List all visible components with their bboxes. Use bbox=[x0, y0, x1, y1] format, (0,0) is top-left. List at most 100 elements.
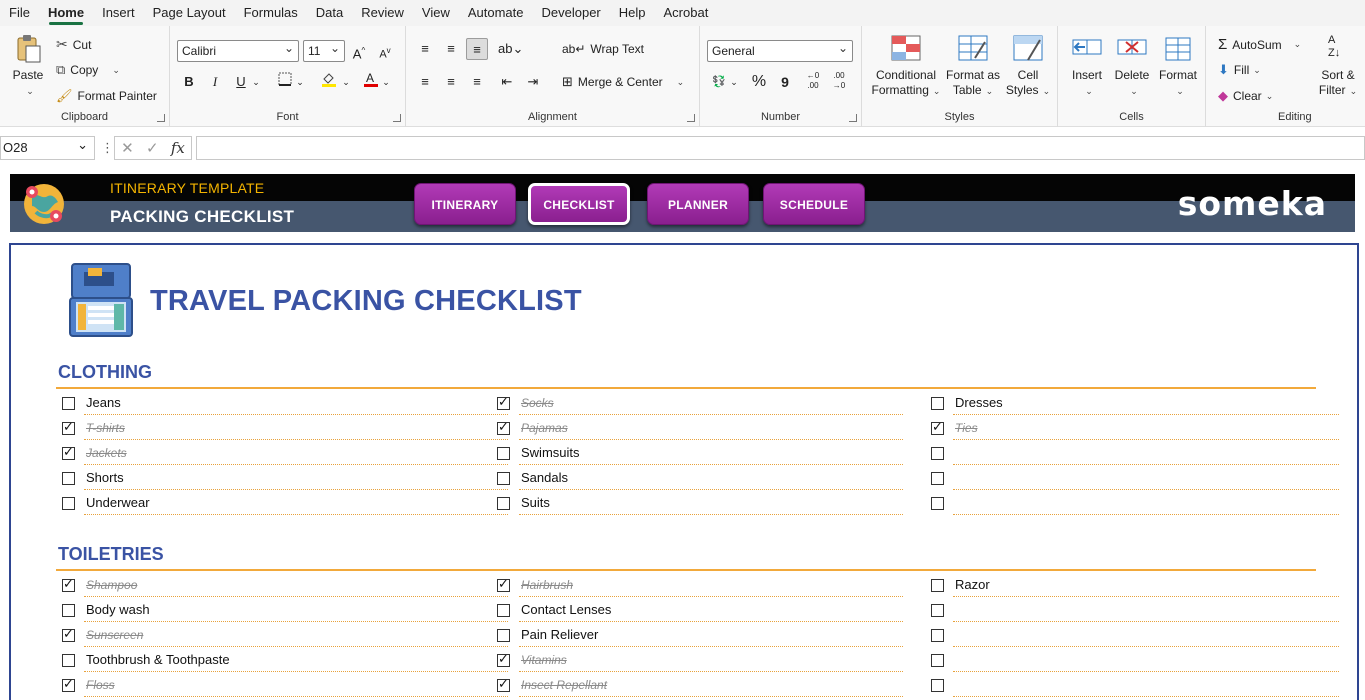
checklist-item-label[interactable]: Contact Lenses bbox=[521, 602, 611, 617]
shrink-font-button[interactable]: Av bbox=[374, 40, 396, 62]
font-size-select[interactable]: 11 bbox=[303, 38, 345, 62]
checklist-item-label[interactable]: Insect Repellant bbox=[521, 678, 607, 692]
checkbox-checked[interactable] bbox=[931, 419, 944, 435]
more-options-icon[interactable]: ⋮ bbox=[101, 140, 114, 156]
nav-itinerary-button[interactable]: ITINERARY bbox=[414, 183, 516, 225]
checkbox[interactable] bbox=[62, 654, 75, 667]
checkbox-checked[interactable] bbox=[497, 676, 510, 692]
align-center-icon[interactable]: ≡ bbox=[440, 71, 462, 93]
align-bottom-icon[interactable]: ≡ bbox=[466, 38, 488, 60]
checkbox[interactable] bbox=[497, 472, 510, 485]
checkbox[interactable] bbox=[931, 447, 944, 460]
checkbox-checked[interactable] bbox=[62, 626, 75, 642]
insert-function-icon[interactable]: fx bbox=[171, 139, 185, 157]
checkbox-checked[interactable] bbox=[497, 576, 510, 592]
align-middle-icon[interactable]: ≡ bbox=[440, 38, 462, 60]
formula-input[interactable] bbox=[196, 136, 1365, 160]
checklist-item-label[interactable]: T-shirts bbox=[86, 421, 125, 435]
checklist-item-label[interactable]: Floss bbox=[86, 678, 115, 692]
checkbox-checked[interactable] bbox=[62, 444, 75, 460]
format-cells-button[interactable]: Format ⌄ bbox=[1154, 34, 1202, 99]
increase-decimal-icon[interactable]: ←0.00 bbox=[802, 71, 824, 93]
tab-review[interactable]: Review bbox=[352, 0, 413, 26]
checkbox[interactable] bbox=[931, 397, 944, 410]
fill-button[interactable]: ⬇ Fill ⌄ bbox=[1218, 62, 1261, 78]
checkbox[interactable] bbox=[931, 654, 944, 667]
tab-formulas[interactable]: Formulas bbox=[235, 0, 307, 26]
checklist-item-label[interactable]: Underwear bbox=[86, 495, 150, 510]
nav-planner-button[interactable]: PLANNER bbox=[647, 183, 749, 225]
grow-font-button[interactable]: A^ bbox=[348, 40, 370, 62]
increase-indent-icon[interactable]: ⇥ bbox=[522, 71, 544, 93]
checkbox[interactable] bbox=[62, 604, 75, 617]
dialog-launcher-icon[interactable] bbox=[687, 114, 695, 122]
font-color-icon[interactable]: A bbox=[360, 71, 382, 93]
chevron-down-icon[interactable]: ⌄ bbox=[340, 71, 352, 93]
align-left-icon[interactable]: ≡ bbox=[414, 71, 436, 93]
checklist-item-label[interactable]: Sandals bbox=[521, 470, 568, 485]
checklist-item-label[interactable]: Vitamins bbox=[521, 653, 567, 667]
copy-button[interactable]: ⧉ Copy ⌄ bbox=[56, 62, 120, 78]
checkbox[interactable] bbox=[931, 497, 944, 510]
dialog-launcher-icon[interactable] bbox=[849, 114, 857, 122]
checkbox-checked[interactable] bbox=[497, 394, 510, 410]
cell-styles-button[interactable]: Cell Styles ⌄ bbox=[1002, 34, 1054, 99]
checkbox-checked[interactable] bbox=[497, 651, 510, 667]
checklist-item-label[interactable]: Dresses bbox=[955, 395, 1003, 410]
checkbox[interactable] bbox=[931, 604, 944, 617]
decrease-indent-icon[interactable]: ⇤ bbox=[496, 71, 518, 93]
nav-schedule-button[interactable]: SCHEDULE bbox=[763, 183, 865, 225]
format-painter-button[interactable]: 🖌 Format Painter bbox=[56, 88, 157, 104]
delete-cells-button[interactable]: Delete ⌄ bbox=[1110, 34, 1154, 99]
name-box[interactable]: O28 bbox=[0, 134, 95, 160]
checkbox[interactable] bbox=[497, 629, 510, 642]
checklist-item-label[interactable]: Socks bbox=[521, 396, 554, 410]
checklist-item-label[interactable]: Body wash bbox=[86, 602, 150, 617]
percent-button[interactable]: % bbox=[748, 71, 770, 93]
format-as-table-button[interactable]: Format as Table ⌄ bbox=[944, 34, 1002, 99]
accounting-format-icon[interactable]: 💱 bbox=[708, 71, 730, 93]
checkbox[interactable] bbox=[497, 447, 510, 460]
checkbox[interactable] bbox=[931, 679, 944, 692]
checklist-item-label[interactable]: Jeans bbox=[86, 395, 121, 410]
checklist-item-label[interactable]: Pajamas bbox=[521, 421, 568, 435]
italic-button[interactable]: I bbox=[204, 71, 226, 93]
checklist-item-label[interactable]: Jackets bbox=[86, 446, 127, 460]
tab-developer[interactable]: Developer bbox=[533, 0, 610, 26]
checkbox[interactable] bbox=[931, 629, 944, 642]
underline-button[interactable]: U bbox=[230, 71, 252, 93]
nav-checklist-button[interactable]: CHECKLIST bbox=[528, 183, 630, 225]
bold-button[interactable]: B bbox=[178, 71, 200, 93]
paste-button[interactable]: Paste ⌄ bbox=[8, 34, 48, 99]
chevron-down-icon[interactable]: ⌄ bbox=[294, 71, 306, 93]
checklist-item-label[interactable]: Shorts bbox=[86, 470, 124, 485]
conditional-formatting-button[interactable]: Conditional Formatting ⌄ bbox=[868, 34, 944, 99]
checkbox-checked[interactable] bbox=[62, 419, 75, 435]
autosum-button[interactable]: Σ AutoSum ⌄ bbox=[1218, 36, 1301, 53]
wrap-text-button[interactable]: ab↵ Wrap Text bbox=[562, 42, 644, 56]
checkbox-checked[interactable] bbox=[62, 576, 75, 592]
tab-file[interactable]: File bbox=[0, 0, 39, 26]
confirm-icon[interactable]: ✓ bbox=[146, 139, 159, 157]
tab-acrobat[interactable]: Acrobat bbox=[655, 0, 718, 26]
insert-cells-button[interactable]: Insert ⌄ bbox=[1064, 34, 1110, 99]
decrease-decimal-icon[interactable]: .00 →0 bbox=[828, 71, 850, 93]
tab-home[interactable]: Home bbox=[39, 0, 93, 26]
checklist-item-label[interactable]: Pain Reliever bbox=[521, 627, 598, 642]
cut-button[interactable]: ✂ Cut bbox=[56, 36, 91, 53]
checklist-item-label[interactable]: Suits bbox=[521, 495, 550, 510]
tab-view[interactable]: View bbox=[413, 0, 459, 26]
borders-icon[interactable] bbox=[274, 71, 296, 93]
checklist-item-label[interactable]: Shampoo bbox=[86, 578, 137, 592]
checklist-item-label[interactable]: Ties bbox=[955, 421, 978, 435]
number-format-select[interactable]: General bbox=[707, 38, 853, 62]
chevron-down-icon[interactable]: ⌄ bbox=[250, 71, 262, 93]
checkbox-checked[interactable] bbox=[497, 419, 510, 435]
chevron-down-icon[interactable]: ⌄ bbox=[728, 71, 740, 93]
fill-color-icon[interactable] bbox=[318, 71, 340, 93]
align-top-icon[interactable]: ≡ bbox=[414, 38, 436, 60]
tab-data[interactable]: Data bbox=[307, 0, 352, 26]
clear-button[interactable]: ◆ Clear ⌄ bbox=[1218, 88, 1273, 104]
align-right-icon[interactable]: ≡ bbox=[466, 71, 488, 93]
checkbox[interactable] bbox=[931, 472, 944, 485]
